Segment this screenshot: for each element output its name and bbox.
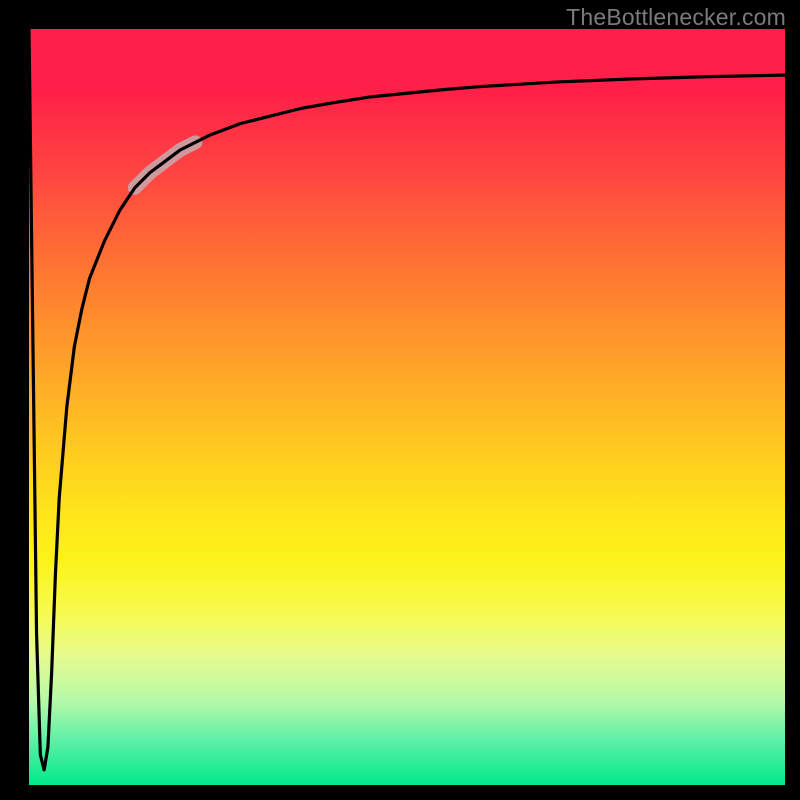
watermark-text: TheBottleneсker.com	[566, 4, 786, 31]
bottleneck-curve	[29, 29, 785, 770]
plot-area	[29, 29, 785, 785]
curve-layer	[29, 29, 785, 785]
chart-frame: TheBottleneсker.com	[0, 0, 800, 800]
highlight-segment	[135, 142, 195, 187]
